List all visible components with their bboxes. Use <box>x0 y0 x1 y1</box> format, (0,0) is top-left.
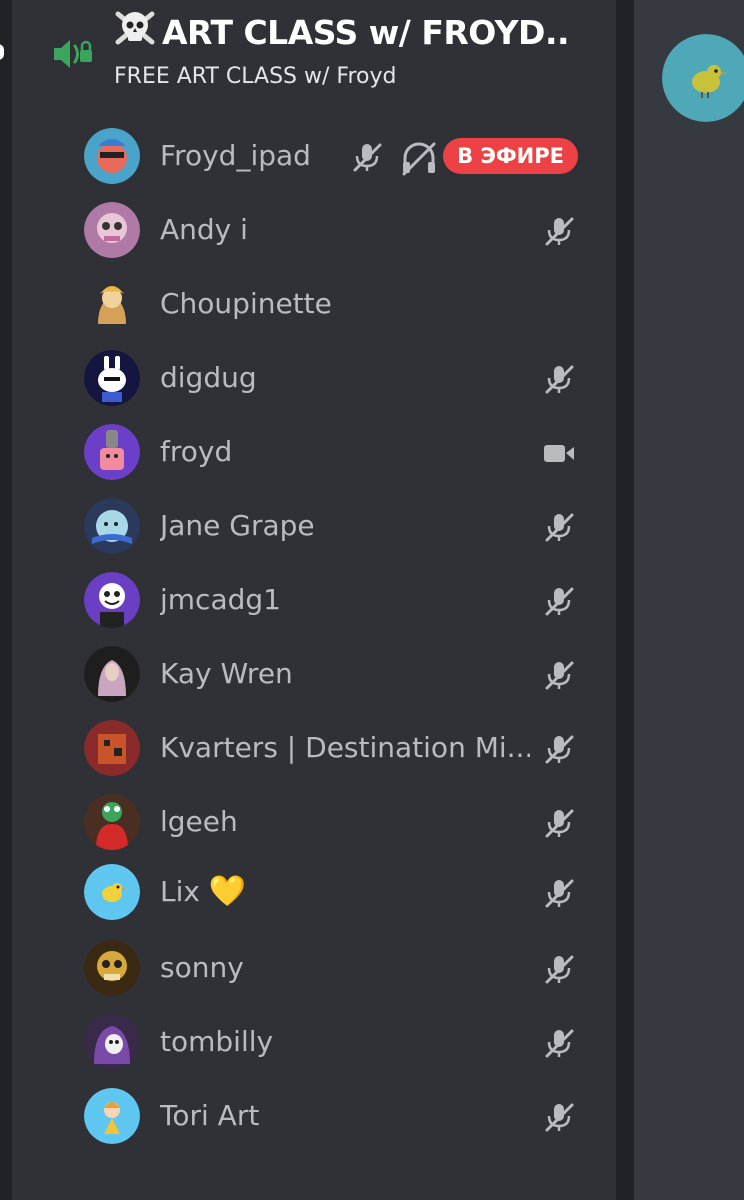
muted-mic-icon <box>542 214 576 248</box>
voice-connected-icon[interactable] <box>50 34 94 74</box>
member-row-kvarters[interactable]: Kvarters | Destination Mi... <box>84 720 584 778</box>
discord-voice-screen: ART CLASS w/ FROYD... FREE ART CLASS w/ … <box>0 0 744 1200</box>
member-row-andy-i[interactable]: Andy i <box>84 202 584 260</box>
avatar <box>84 350 140 406</box>
member-name: Choupinette <box>160 287 332 320</box>
avatar <box>84 498 140 554</box>
member-row-kay-wren[interactable]: Kay Wren <box>84 646 584 704</box>
member-row-digdug[interactable]: digdug <box>84 350 584 408</box>
member-row-lix[interactable]: Lix 💛 <box>84 864 584 922</box>
muted-mic-icon <box>542 658 576 692</box>
member-name-text: Lix <box>160 875 200 908</box>
muted-mic-icon <box>542 806 576 840</box>
channel-topic: FREE ART CLASS w/ Froyd <box>114 64 397 89</box>
avatar <box>84 864 140 920</box>
muted-mic-icon <box>542 510 576 544</box>
avatar <box>84 572 140 628</box>
member-name: Jane Grape <box>160 509 315 542</box>
member-name: sonny <box>160 951 244 984</box>
avatar <box>84 794 140 850</box>
muted-mic-icon <box>542 732 576 766</box>
member-name: digdug <box>160 361 257 394</box>
deafened-icon <box>400 140 438 176</box>
avatar <box>84 646 140 702</box>
avatar <box>84 720 140 776</box>
member-row-choupinette[interactable]: Choupinette <box>84 276 584 334</box>
muted-mic-icon <box>542 584 576 618</box>
yellow-heart-icon: 💛 <box>208 874 247 909</box>
member-row-sonny[interactable]: sonny <box>84 940 584 998</box>
skull-icon <box>112 6 158 52</box>
avatar <box>84 128 140 184</box>
muted-mic-icon <box>542 952 576 986</box>
server-strip <box>0 0 12 1200</box>
member-row-tori-art[interactable]: Tori Art <box>84 1088 584 1146</box>
member-row-lgeeh[interactable]: lgeeh <box>84 794 584 852</box>
video-camera-icon <box>542 436 576 470</box>
dm-avatar[interactable] <box>662 34 744 122</box>
right-content-area <box>634 0 744 1200</box>
muted-mic-icon <box>542 876 576 910</box>
member-name: froyd <box>160 435 233 468</box>
member-name: Lix 💛 <box>160 872 246 912</box>
live-badge: В ЭФИРЕ <box>443 138 578 174</box>
member-row-tombilly[interactable]: tombilly <box>84 1014 584 1072</box>
member-name: Andy i <box>160 213 248 246</box>
member-name: Kvarters | Destination Mi... <box>160 731 530 764</box>
channel-title[interactable]: ART CLASS w/ FROYD... <box>112 6 572 60</box>
member-name: Froyd_ipad <box>160 139 311 172</box>
avatar <box>84 276 140 332</box>
member-name: tombilly <box>160 1025 274 1058</box>
channel-title-text: ART CLASS w/ FROYD... <box>162 13 572 52</box>
muted-mic-icon <box>542 362 576 396</box>
unread-indicator <box>0 44 4 60</box>
member-row-froyd-ipad[interactable]: Froyd_ipad В ЭФИРЕ <box>84 128 584 186</box>
member-name: Kay Wren <box>160 657 293 690</box>
member-row-jane-grape[interactable]: Jane Grape <box>84 498 584 556</box>
avatar <box>84 202 140 258</box>
avatar <box>84 1014 140 1070</box>
avatar <box>84 424 140 480</box>
member-name: Tori Art <box>160 1099 260 1132</box>
muted-mic-icon <box>542 1026 576 1060</box>
member-name: jmcadg1 <box>160 583 281 616</box>
member-row-froyd[interactable]: froyd <box>84 424 584 482</box>
muted-mic-icon <box>542 1100 576 1134</box>
avatar <box>84 940 140 996</box>
panel-divider <box>616 0 634 1200</box>
avatar <box>84 1088 140 1144</box>
member-name: lgeeh <box>160 805 238 838</box>
muted-mic-icon <box>350 140 384 174</box>
member-row-jmcadg1[interactable]: jmcadg1 <box>84 572 584 630</box>
